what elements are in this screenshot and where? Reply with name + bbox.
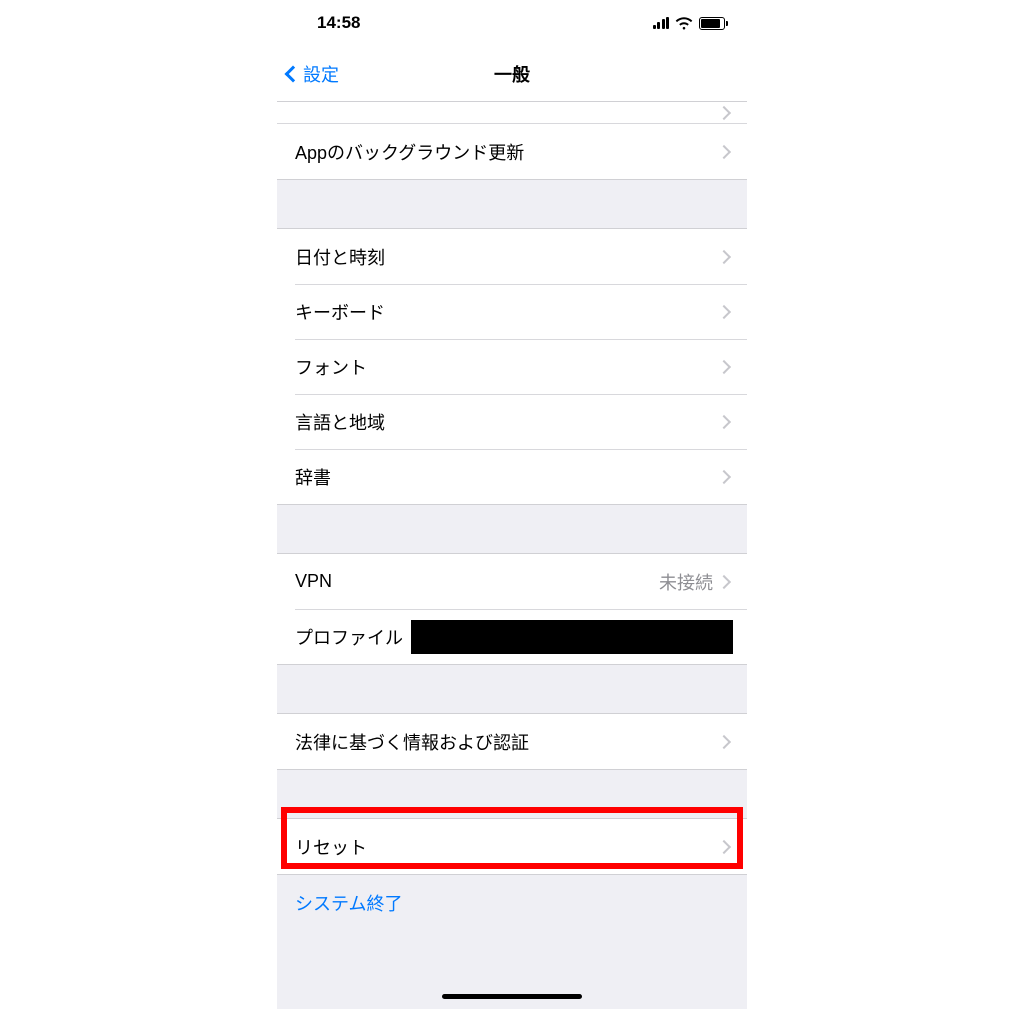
row-label: 法律に基づく情報および認証 (295, 729, 719, 755)
row-iphone-storage-cutoff[interactable] (277, 102, 747, 124)
row-label: 言語と地域 (295, 409, 719, 435)
battery-icon (699, 17, 725, 30)
chevron-right-icon (717, 359, 731, 373)
row-label: キーボード (295, 299, 719, 325)
row-dictionary[interactable]: 辞書 (277, 449, 747, 504)
row-label: フォント (295, 354, 719, 380)
nav-bar: 設定 一般 (277, 46, 747, 102)
chevron-left-icon (285, 65, 302, 82)
row-legal[interactable]: 法律に基づく情報および認証 (277, 714, 747, 769)
row-label: VPN (295, 571, 659, 592)
row-vpn[interactable]: VPN 未接続 (277, 554, 747, 609)
chevron-right-icon (717, 734, 731, 748)
chevron-right-icon (717, 144, 731, 158)
group-background: Appのバックグラウンド更新 (277, 124, 747, 180)
row-label: 日付と時刻 (295, 244, 719, 270)
chevron-right-icon (717, 105, 731, 119)
row-label: システム終了 (295, 890, 729, 916)
group-legal: 法律に基づく情報および認証 (277, 713, 747, 770)
back-label: 設定 (303, 61, 339, 87)
group-system-prefs: 日付と時刻 キーボード フォント 言語と地域 辞書 (277, 228, 747, 505)
row-profile[interactable]: プロファイル (277, 609, 747, 664)
chevron-right-icon (717, 469, 731, 483)
back-button[interactable]: 設定 (287, 61, 339, 87)
row-label: リセット (295, 834, 719, 860)
row-language-region[interactable]: 言語と地域 (277, 394, 747, 449)
wifi-icon (675, 17, 693, 30)
row-keyboard[interactable]: キーボード (277, 284, 747, 339)
settings-content: Appのバックグラウンド更新 日付と時刻 キーボード フォント 言語と地域 (277, 102, 747, 931)
row-shutdown[interactable]: システム終了 (277, 875, 747, 931)
status-time: 14:58 (317, 13, 360, 33)
group-network: VPN 未接続 プロファイル (277, 553, 747, 665)
home-indicator[interactable] (442, 994, 582, 999)
row-label: Appのバックグラウンド更新 (295, 139, 719, 165)
vpn-status: 未接続 (659, 569, 713, 595)
status-bar: 14:58 (277, 0, 747, 46)
page-title: 一般 (494, 61, 530, 87)
redacted-box (411, 620, 733, 654)
group-reset: リセット (277, 818, 747, 875)
chevron-right-icon (717, 414, 731, 428)
row-date-time[interactable]: 日付と時刻 (277, 229, 747, 284)
row-font[interactable]: フォント (277, 339, 747, 394)
status-icons (653, 17, 726, 30)
chevron-right-icon (717, 574, 731, 588)
row-label: 辞書 (295, 464, 719, 490)
chevron-right-icon (717, 839, 731, 853)
phone-frame: 14:58 設定 一般 Appのバックグラウンド更新 日付と時刻 (277, 0, 747, 1009)
chevron-right-icon (717, 304, 731, 318)
row-label: プロファイル (295, 624, 403, 650)
chevron-right-icon (717, 249, 731, 263)
cellular-signal-icon (653, 17, 670, 29)
row-reset[interactable]: リセット (277, 819, 747, 874)
row-app-background-refresh[interactable]: Appのバックグラウンド更新 (277, 124, 747, 179)
